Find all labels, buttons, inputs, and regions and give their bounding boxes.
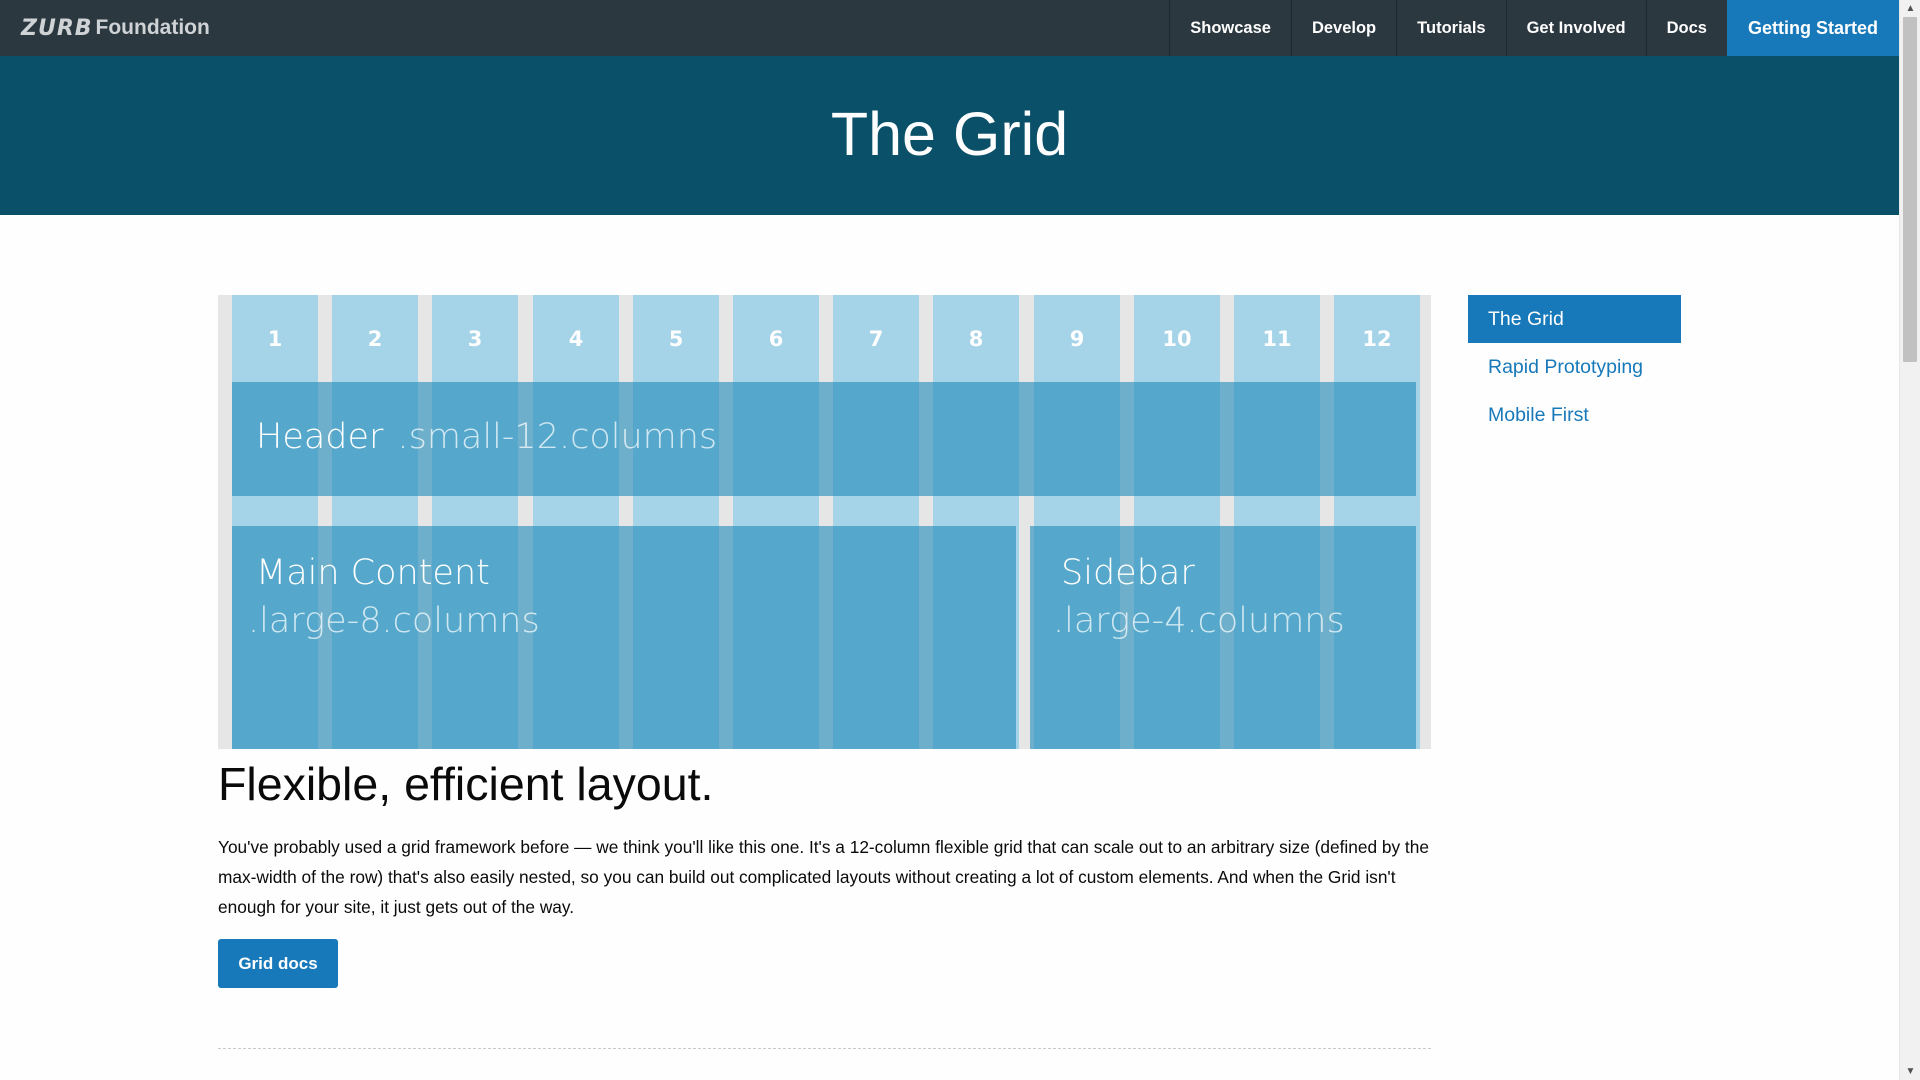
grid-column-number: 10 <box>1162 326 1192 351</box>
grid-illustration: 1 2 3 4 5 6 7 8 9 10 11 12 Header .small-12.columns … <box>218 295 1431 749</box>
zurb-logo-mark: ZURB <box>21 15 93 41</box>
grid-docs-button[interactable]: Grid docs <box>218 939 338 988</box>
getting-started-button[interactable]: Getting Started <box>1726 0 1899 56</box>
header-block-label: Header <box>256 417 384 457</box>
header-block-class: .small-12.columns <box>397 417 718 457</box>
nav-item-tutorials[interactable]: Tutorials <box>1396 0 1505 56</box>
brand-logo[interactable]: ZURB Foundation <box>0 0 210 56</box>
main-nav: Showcase Develop Tutorials Get Involved … <box>1169 0 1899 56</box>
section-headline: Flexible, efficient layout. <box>218 758 714 810</box>
main-content-label: Main Content <box>256 553 490 593</box>
grid-column-number: 7 <box>868 326 884 351</box>
grid-column-number: 8 <box>968 326 984 351</box>
grid-column-number: 11 <box>1262 326 1292 351</box>
grid-column-number: 2 <box>367 326 383 351</box>
grid-column-number: 6 <box>768 326 784 351</box>
scroll-down-arrow-icon[interactable]: ▼ <box>1900 1063 1920 1080</box>
header-block-text: Header .small-12.columns <box>256 417 717 457</box>
grid-column-number: 4 <box>568 326 584 351</box>
scroll-up-arrow-icon[interactable]: ▲ <box>1900 0 1920 17</box>
nav-item-docs[interactable]: Docs <box>1645 0 1727 56</box>
main-content-class: .large-8.columns <box>248 601 540 641</box>
grid-column-number: 9 <box>1069 326 1085 351</box>
top-bar: ZURB Foundation Showcase Develop Tutoria… <box>0 0 1899 56</box>
section-divider <box>218 1048 1431 1049</box>
sidenav-item-mobile-first[interactable]: Mobile First <box>1468 391 1681 439</box>
sidebar-class: .large-4.columns <box>1053 601 1345 641</box>
nav-item-get-involved[interactable]: Get Involved <box>1505 0 1646 56</box>
grid-column-number: 5 <box>668 326 684 351</box>
sidebar-label: Sidebar <box>1061 553 1195 593</box>
grid-column-number: 12 <box>1362 326 1392 351</box>
section-paragraph: You've probably used a grid framework be… <box>218 837 1429 917</box>
grid-column-number: 1 <box>267 326 283 351</box>
nav-item-develop[interactable]: Develop <box>1290 0 1396 56</box>
vertical-scrollbar[interactable]: ▲ ▼ <box>1899 0 1920 1080</box>
page-title: The Grid <box>830 99 1069 168</box>
brand-name: Foundation <box>95 16 210 39</box>
scrollbar-thumb[interactable] <box>1903 17 1917 362</box>
sidenav-item-the-grid[interactable]: The Grid <box>1468 295 1681 343</box>
grid-column-number: 3 <box>467 326 483 351</box>
hero-banner: The Grid <box>0 56 1899 215</box>
side-nav: The Grid Rapid Prototyping Mobile First <box>1468 295 1681 439</box>
nav-item-showcase[interactable]: Showcase <box>1169 0 1291 56</box>
sidenav-item-rapid-prototyping[interactable]: Rapid Prototyping <box>1468 343 1681 391</box>
